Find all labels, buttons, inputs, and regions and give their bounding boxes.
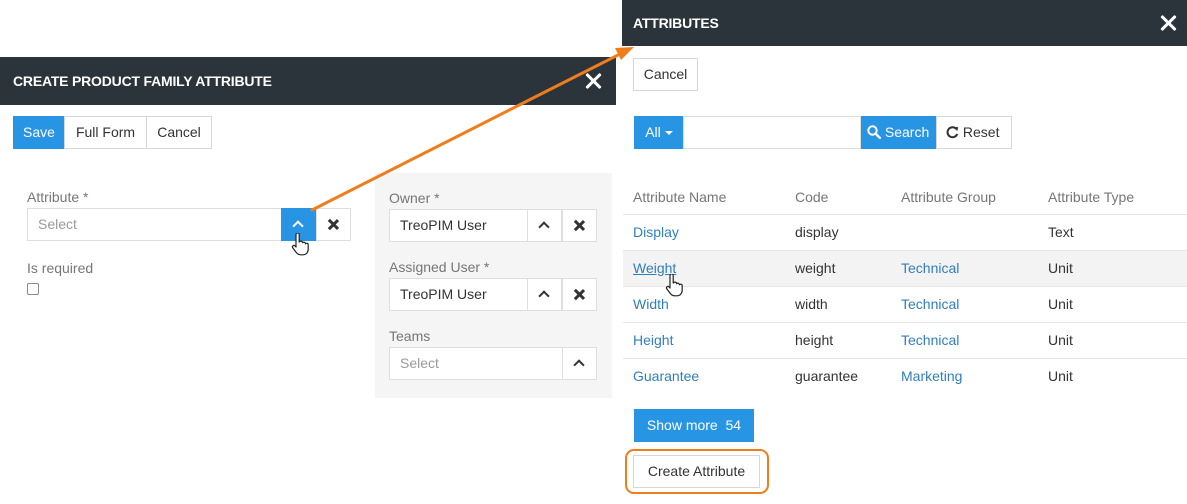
- assigned-user-clear-button[interactable]: [562, 278, 597, 311]
- column-header-name[interactable]: Attribute Name: [633, 189, 726, 205]
- chevron-up-icon: [573, 359, 585, 371]
- is-required-label: Is required: [27, 260, 94, 276]
- owner-select-button[interactable]: [527, 209, 562, 242]
- attribute-code: width: [795, 296, 828, 312]
- teams-select-button[interactable]: [562, 347, 597, 380]
- column-header-code[interactable]: Code: [795, 189, 828, 205]
- create-attribute-button[interactable]: Create Attribute: [633, 455, 760, 488]
- attribute-code: display: [795, 224, 839, 240]
- attribute-group-link[interactable]: Technical: [901, 296, 959, 312]
- attribute-code: guarantee: [795, 368, 859, 384]
- attribute-label: Attribute *: [27, 189, 89, 205]
- attribute-type: Unit: [1048, 332, 1073, 348]
- right-dialog-title: ATTRIBUTES: [633, 15, 719, 31]
- clear-icon: [327, 218, 340, 231]
- owner-clear-button[interactable]: [562, 209, 597, 242]
- hand-cursor-icon: [291, 233, 309, 256]
- attribute-select[interactable]: Select: [27, 208, 282, 241]
- attribute-name-link[interactable]: Guarantee: [633, 368, 699, 384]
- left-dialog-header: CREATE PRODUCT FAMILY ATTRIBUTE: [0, 57, 616, 105]
- close-icon[interactable]: [1159, 13, 1179, 33]
- attribute-type: Unit: [1048, 296, 1073, 312]
- attribute-group-link[interactable]: Technical: [901, 332, 959, 348]
- chevron-up-icon: [292, 220, 304, 232]
- attribute-type: Text: [1048, 224, 1074, 240]
- filter-scope-dropdown[interactable]: All: [634, 116, 684, 149]
- attribute-group-link[interactable]: Technical: [901, 260, 959, 276]
- teams-select[interactable]: Select: [389, 347, 563, 380]
- column-header-type[interactable]: Attribute Type: [1048, 189, 1134, 205]
- is-required-checkbox[interactable]: [27, 283, 39, 295]
- attribute-name-link[interactable]: Width: [633, 296, 669, 312]
- show-more-label: Show more: [646, 417, 718, 433]
- reset-icon: [946, 126, 959, 139]
- assigned-user-label: Assigned User *: [389, 259, 490, 275]
- clear-icon: [573, 219, 586, 232]
- filter-scope-label: All: [645, 124, 661, 140]
- chevron-up-icon: [538, 290, 550, 302]
- caret-down-icon: [664, 131, 673, 136]
- search-button-label: Search: [884, 124, 930, 140]
- attribute-clear-button[interactable]: [316, 208, 351, 241]
- full-form-button[interactable]: Full Form: [64, 116, 147, 149]
- search-input[interactable]: [683, 116, 861, 149]
- attributes-cancel-button[interactable]: Cancel: [633, 58, 698, 91]
- show-more-count: 54: [725, 417, 742, 433]
- attribute-group-link[interactable]: Marketing: [901, 368, 962, 384]
- close-icon[interactable]: [584, 71, 604, 91]
- teams-label: Teams: [389, 328, 431, 344]
- attribute-name-link[interactable]: Display: [633, 224, 679, 240]
- reset-button[interactable]: Reset: [936, 116, 1012, 149]
- assigned-user-field[interactable]: TreoPIM User: [389, 278, 528, 311]
- chevron-up-icon: [538, 221, 550, 233]
- reset-button-label: Reset: [962, 124, 1000, 140]
- column-header-group[interactable]: Attribute Group: [901, 189, 996, 205]
- table-row[interactable]: Width width Technical Unit: [623, 286, 1187, 322]
- owner-label: Owner *: [389, 190, 440, 206]
- owner-field[interactable]: TreoPIM User: [389, 209, 528, 242]
- right-dialog-header: ATTRIBUTES: [622, 0, 1187, 46]
- attribute-code: height: [795, 332, 834, 348]
- attribute-code: weight: [795, 260, 836, 276]
- table-row[interactable]: Height height Technical Unit: [623, 322, 1187, 358]
- attribute-name-link[interactable]: Height: [633, 332, 673, 348]
- cancel-button[interactable]: Cancel: [146, 116, 212, 149]
- table-row[interactable]: Guarantee guarantee Marketing Unit: [623, 358, 1187, 394]
- search-button[interactable]: Search: [861, 116, 937, 149]
- table-row[interactable]: Weight weight Technical Unit: [623, 250, 1187, 286]
- attribute-type: Unit: [1048, 260, 1073, 276]
- table-row[interactable]: Display display Text: [623, 214, 1187, 250]
- left-dialog-title: CREATE PRODUCT FAMILY ATTRIBUTE: [13, 73, 272, 89]
- clear-icon: [573, 288, 586, 301]
- search-icon: [867, 125, 882, 140]
- hand-cursor-icon: [665, 274, 683, 297]
- show-more-button[interactable]: Show more 54: [634, 409, 754, 442]
- attribute-type: Unit: [1048, 368, 1073, 384]
- assigned-user-select-button[interactable]: [527, 278, 562, 311]
- save-button[interactable]: Save: [13, 116, 65, 149]
